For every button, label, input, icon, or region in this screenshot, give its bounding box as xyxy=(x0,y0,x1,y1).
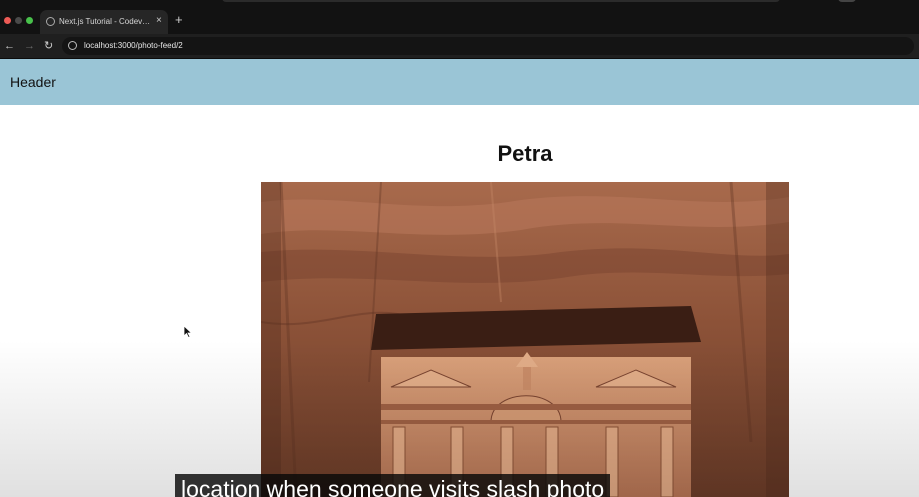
browser-tab-bar: Next.js Tutorial - Codevolution × + xyxy=(0,0,919,34)
header-text: Header xyxy=(10,74,56,90)
site-header: Header xyxy=(0,59,919,105)
photo-title: Petra xyxy=(497,141,553,166)
new-tab-button[interactable]: + xyxy=(175,13,183,27)
video-caption: location when someone visits slash photo xyxy=(175,474,611,497)
minimize-window-button[interactable] xyxy=(15,17,22,24)
back-arrow-icon[interactable]: ← xyxy=(4,39,15,53)
close-window-button[interactable] xyxy=(4,17,11,24)
top-overlay-bar xyxy=(222,0,780,2)
address-bar-row: ← → ↻ localhost:3000/photo-feed/2 xyxy=(0,34,919,59)
caption-text: location when someone visits slash photo xyxy=(181,476,605,497)
top-overlay-dot xyxy=(838,0,856,2)
forward-arrow-icon[interactable]: → xyxy=(24,39,35,53)
site-info-icon[interactable] xyxy=(68,41,77,50)
petra-photo-drawing xyxy=(261,182,789,497)
mouse-cursor-icon xyxy=(184,326,192,338)
tab-close-icon[interactable]: × xyxy=(156,15,162,27)
globe-icon xyxy=(46,17,55,26)
tab-title: Next.js Tutorial - Codevolution xyxy=(59,17,151,26)
url-field[interactable]: localhost:3000/photo-feed/2 xyxy=(62,37,914,55)
url-text: localhost:3000/photo-feed/2 xyxy=(84,41,183,50)
reload-icon[interactable]: ↻ xyxy=(44,39,53,53)
photo-image xyxy=(261,182,789,497)
browser-tab[interactable]: Next.js Tutorial - Codevolution × xyxy=(40,10,168,34)
maximize-window-button[interactable] xyxy=(26,17,33,24)
